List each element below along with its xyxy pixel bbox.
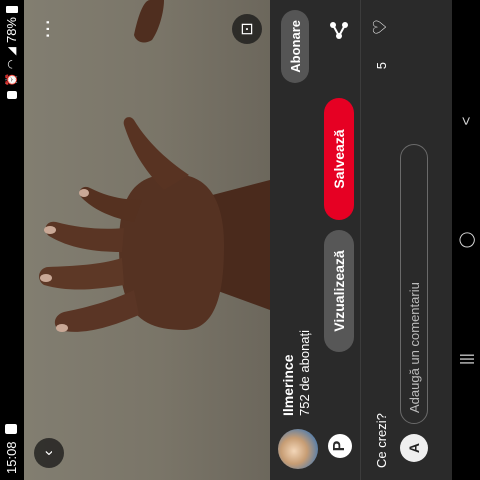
back-button[interactable]: ‹ xyxy=(34,438,64,468)
nail-4 xyxy=(79,189,89,197)
comments-header: Ce crezi? 5 ♡ xyxy=(362,0,392,480)
creator-subscribers: 752 de abonați xyxy=(297,329,312,416)
clock: 15:08 xyxy=(4,441,19,474)
screen: 15:08 ⏰ ◠ ◢ 78% ‹ ⋯ ⊡ Ilmerince 752 de a… xyxy=(0,0,480,480)
battery-icon xyxy=(5,6,18,13)
finger-2 xyxy=(39,258,124,290)
more-vertical-icon: ⋯ xyxy=(36,19,59,39)
heart-icon[interactable]: ♡ xyxy=(370,19,391,35)
comments-title: Ce crezi? xyxy=(374,413,389,468)
pin-image[interactable]: ‹ ⋯ ⊡ xyxy=(24,0,270,480)
nail-2 xyxy=(40,274,52,282)
finger-3 xyxy=(45,221,124,252)
signal-icon: ◢ xyxy=(6,47,18,56)
more-options-button[interactable]: ⋯ xyxy=(32,14,62,44)
battery-level: 78% xyxy=(4,17,19,44)
gallery-icon xyxy=(5,424,17,434)
comment-input[interactable]: Adaugă un comentariu xyxy=(400,144,428,424)
like-count: 5 xyxy=(374,62,389,70)
pin-details-sheet: Ilmerince 752 de abonați Abonare P Vizua… xyxy=(270,0,480,480)
status-bar: 15:08 ⏰ ◠ ◢ 78% xyxy=(0,0,24,480)
chevron-left-icon: ‹ xyxy=(40,450,57,456)
recent-apps-button[interactable]: ||| xyxy=(456,344,476,374)
other-hand-fingertip xyxy=(134,0,164,43)
pinterest-logo-icon: P xyxy=(328,434,352,458)
alarm-icon: ⏰ xyxy=(6,73,18,87)
finger-1 xyxy=(54,290,139,332)
nail-1 xyxy=(56,324,68,332)
subscribe-button[interactable]: Abonare xyxy=(281,10,309,83)
wifi-icon: ◠ xyxy=(6,59,18,70)
comment-composer: A Adaugă un comentariu xyxy=(400,0,440,480)
system-back-button[interactable]: < xyxy=(456,106,476,136)
system-icons: ⏰ ◠ ◢ 78% xyxy=(4,6,19,99)
divider xyxy=(360,0,361,480)
notification-icons xyxy=(5,424,17,434)
visual-search-icon: ⊡ xyxy=(239,22,256,36)
view-button[interactable]: Vizualizează xyxy=(324,230,354,352)
nail-3 xyxy=(44,226,56,234)
thumb xyxy=(123,117,189,190)
hand-photo xyxy=(39,0,270,332)
save-button[interactable]: Salvează xyxy=(324,98,354,220)
lock-icon xyxy=(6,90,17,99)
creator-avatar[interactable] xyxy=(278,429,318,469)
home-button[interactable]: ◯ xyxy=(456,225,476,255)
share-icon[interactable] xyxy=(329,20,349,40)
action-row: P Vizualizează Salvează xyxy=(320,0,360,480)
user-avatar[interactable]: A xyxy=(400,434,428,462)
creator-name[interactable]: Ilmerince xyxy=(280,355,296,416)
pin-detail-screen: 15:08 ⏰ ◠ ◢ 78% ‹ ⋯ ⊡ Ilmerince 752 de a… xyxy=(0,0,480,480)
visual-search-button[interactable]: ⊡ xyxy=(232,14,262,44)
system-nav-bar: ||| ◯ < xyxy=(452,0,480,480)
